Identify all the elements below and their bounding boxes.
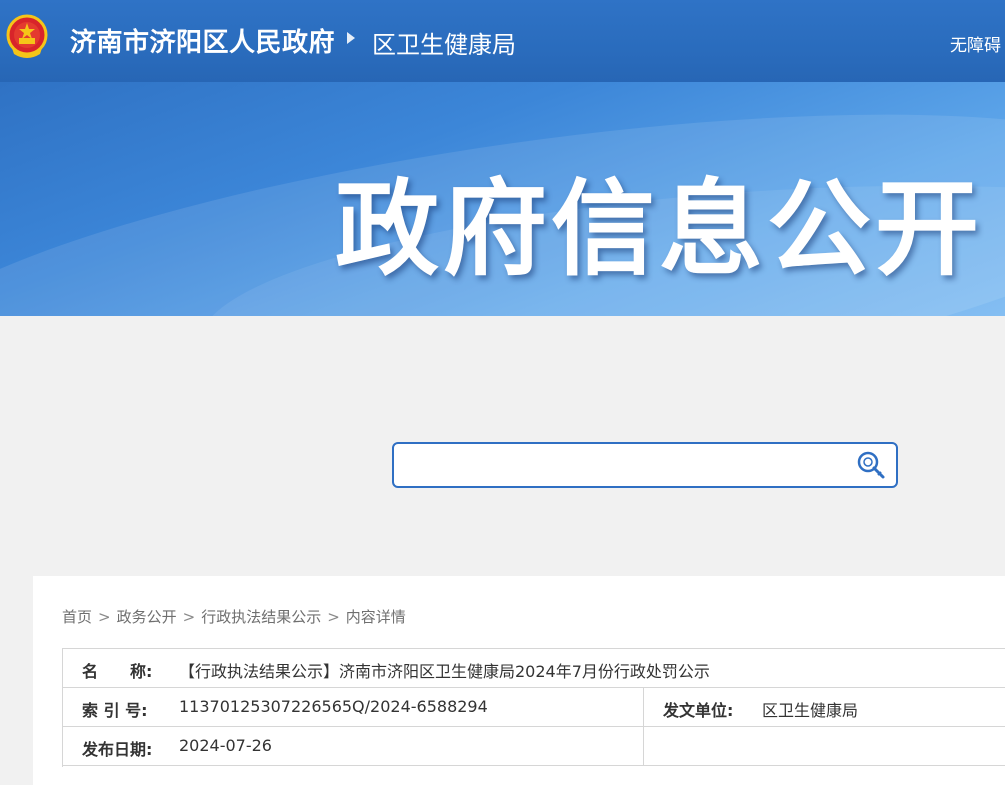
breadcrumb-item-content-detail: 内容详情: [345, 608, 406, 626]
breadcrumb-separator: >: [98, 608, 111, 626]
name-value: 【行政执法结果公示】济南市济阳区卫生健康局2024年7月份行政处罚公示: [179, 662, 710, 681]
search-box: [392, 442, 898, 488]
breadcrumb: 首页 > 政务公开 > 行政执法结果公示 > 内容详情: [62, 606, 410, 627]
breadcrumb-item-home[interactable]: 首页: [62, 608, 92, 626]
date-value: 2024-07-26: [179, 736, 272, 755]
breadcrumb-separator: >: [327, 608, 340, 626]
search-button[interactable]: [854, 449, 890, 481]
document-meta-table: 名 称: 【行政执法结果公示】济南市济阳区卫生健康局2024年7月份行政处罚公示…: [62, 648, 1005, 767]
breadcrumb-item-government-affairs[interactable]: 政务公开: [117, 608, 177, 626]
top-header-bar: 济南市济阳区人民政府 区卫生健康局 无障碍: [0, 0, 1005, 82]
date-label: 发布日期:: [82, 740, 153, 759]
accessibility-link[interactable]: 无障碍: [950, 31, 1005, 56]
site-name-link[interactable]: 济南市济阳区人民政府: [70, 22, 335, 59]
index-label: 索 引 号:: [82, 701, 148, 720]
issuer-label: 发文单位:: [663, 701, 734, 720]
department-name-link[interactable]: 区卫生健康局: [372, 25, 516, 60]
banner-title: 政府信息公开: [335, 168, 984, 290]
issuer-value: 区卫生健康局: [762, 701, 859, 720]
breadcrumb-item-enforcement-results[interactable]: 行政执法结果公示: [201, 608, 321, 626]
breadcrumb-separator: >: [182, 608, 196, 626]
search-magnifier-icon: [857, 451, 885, 479]
banner: 政府信息公开: [0, 82, 1005, 316]
triangle-right-icon: [347, 32, 355, 44]
index-value: 11370125307226565Q/2024-6588294: [179, 697, 488, 716]
table-divider: [643, 727, 644, 766]
search-input[interactable]: [404, 450, 848, 482]
table-row: 名 称: 【行政执法结果公示】济南市济阳区卫生健康局2024年7月份行政处罚公示: [62, 649, 1005, 688]
table-divider: [643, 688, 644, 727]
table-row: 索 引 号: 11370125307226565Q/2024-6588294 发…: [62, 688, 1005, 727]
table-row: 发布日期: 2024-07-26: [62, 727, 1005, 766]
name-label: 名 称:: [82, 662, 153, 681]
national-emblem-icon[interactable]: [6, 14, 48, 60]
